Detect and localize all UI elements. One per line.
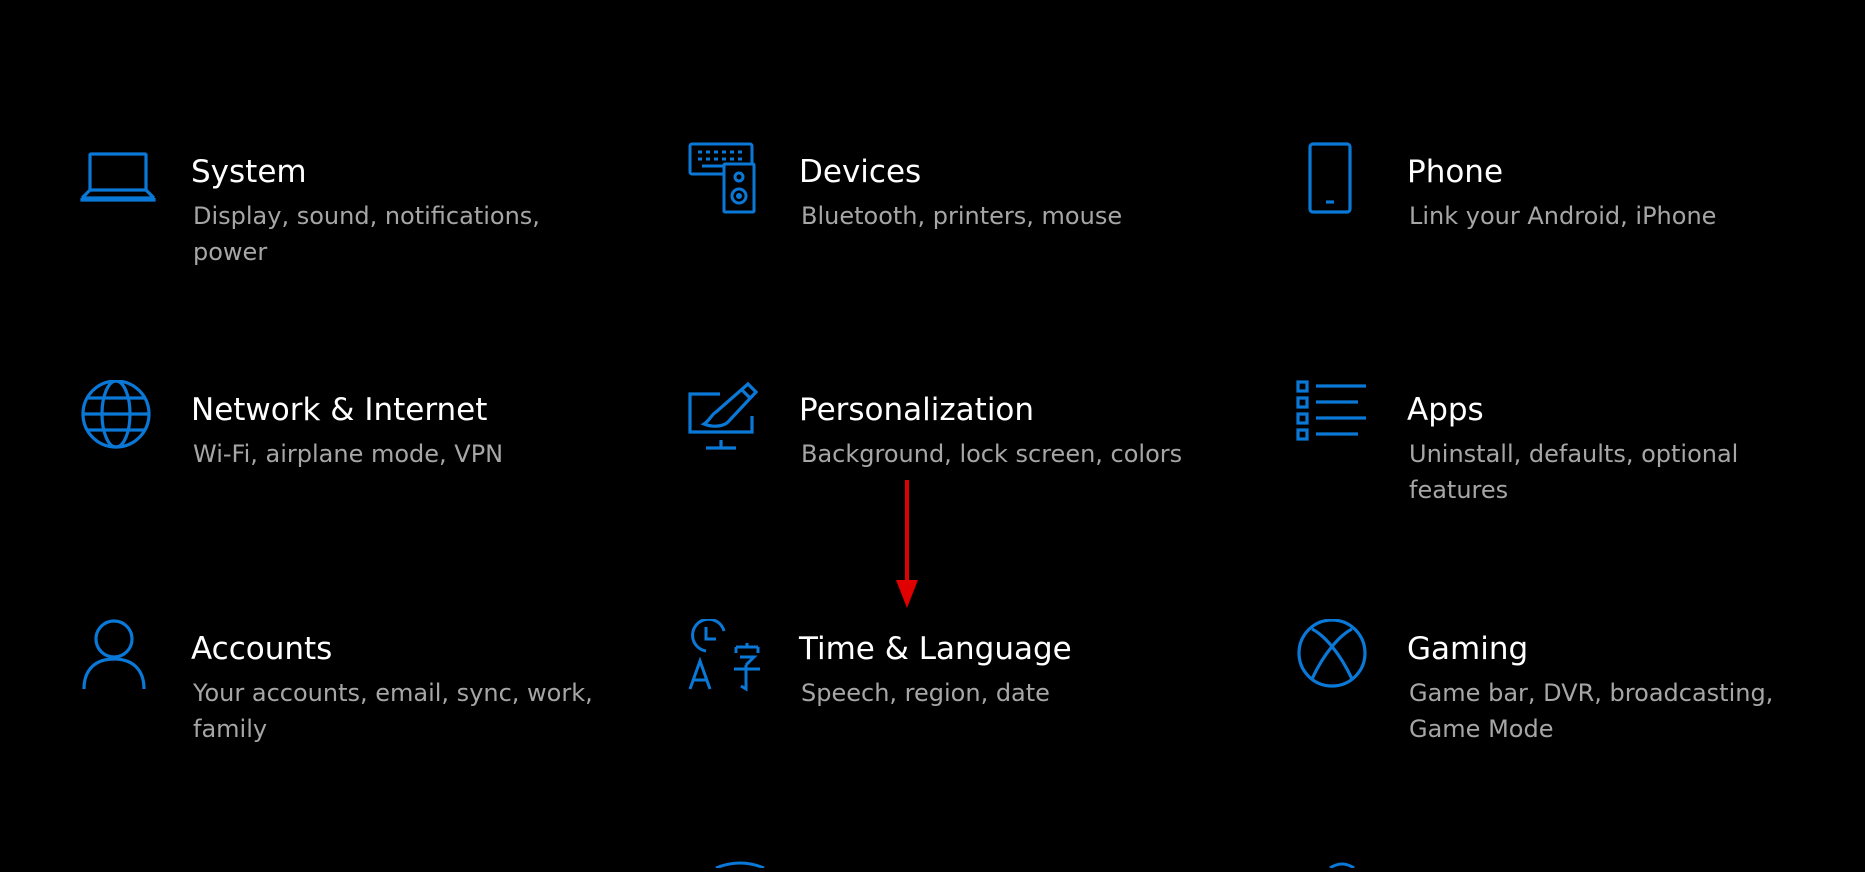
- time-language-icon: [688, 619, 764, 695]
- tile-description: Display, sound, notifications, power: [193, 202, 540, 266]
- tile-accounts[interactable]: Accounts Your accounts, email, sync, wor…: [80, 619, 640, 789]
- tile-phone[interactable]: Phone Link your Android, iPhone: [1296, 142, 1856, 312]
- tile-title: Network & Internet: [191, 392, 488, 428]
- tile-description: Speech, region, date: [801, 679, 1050, 707]
- tile-apps[interactable]: Apps Uninstall, defaults, optional featu…: [1296, 380, 1856, 550]
- tile-personalization[interactable]: Personalization Background, lock screen,…: [688, 380, 1248, 550]
- tile-description: Bluetooth, printers, mouse: [801, 202, 1123, 230]
- red-down-arrow-icon: [894, 480, 920, 610]
- tile-time-language[interactable]: Time & Language Speech, region, date: [688, 619, 1248, 789]
- apps-list-icon: [1296, 380, 1372, 456]
- devices-icon: [688, 142, 764, 218]
- xbox-icon: [1296, 619, 1372, 695]
- tile-description: Wi-Fi, airplane mode, VPN: [193, 440, 504, 468]
- personalization-icon: [688, 380, 764, 456]
- tile-network-internet[interactable]: Network & Internet Wi-Fi, airplane mode,…: [80, 380, 640, 550]
- tile-description: Link your Android, iPhone: [1409, 202, 1717, 230]
- tile-title: Time & Language: [799, 631, 1072, 667]
- globe-icon: [80, 380, 156, 456]
- partial-row-icon: [1312, 853, 1372, 870]
- tile-title: Devices: [799, 154, 922, 190]
- tile-description: Game bar, DVR, broadcasting, Game Mode: [1409, 679, 1774, 743]
- tile-devices[interactable]: Devices Bluetooth, printers, mouse: [688, 142, 1248, 312]
- tile-system[interactable]: System Display, sound, notifications, po…: [80, 142, 640, 312]
- tile-title: Personalization: [799, 392, 1035, 428]
- tile-description: Your accounts, email, sync, work, family: [193, 679, 593, 743]
- tile-gaming[interactable]: Gaming Game bar, DVR, broadcasting, Game…: [1296, 619, 1856, 789]
- tile-description: Uninstall, defaults, optional features: [1409, 440, 1739, 504]
- phone-icon: [1296, 142, 1372, 218]
- tile-title: System: [191, 154, 307, 190]
- laptop-icon: [80, 142, 156, 218]
- person-icon: [80, 619, 156, 695]
- tile-description: Background, lock screen, colors: [801, 440, 1183, 468]
- partial-row-icon: [710, 853, 770, 870]
- tile-title: Accounts: [191, 631, 333, 667]
- tile-title: Phone: [1407, 154, 1504, 190]
- tile-title: Gaming: [1407, 631, 1529, 667]
- tile-title: Apps: [1407, 392, 1484, 428]
